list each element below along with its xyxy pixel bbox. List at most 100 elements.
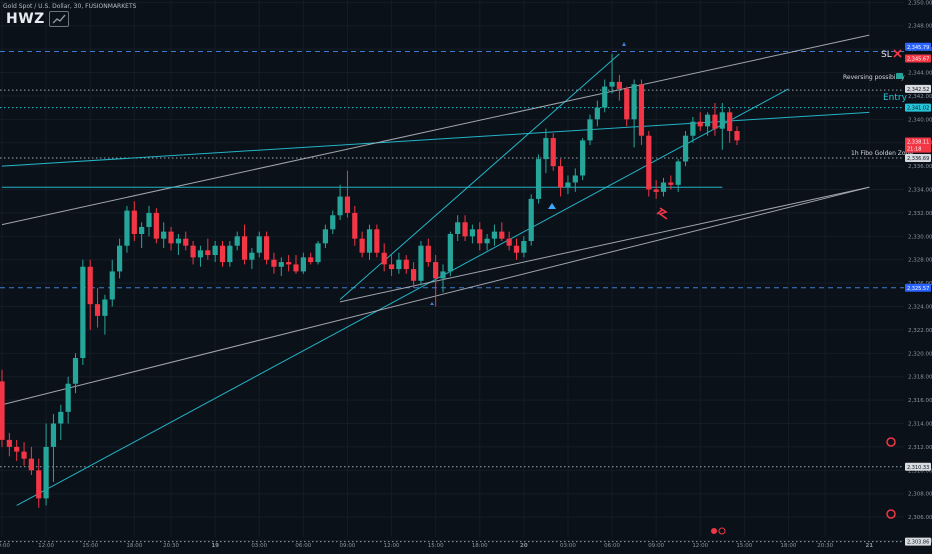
price-tick-5: 2,340.00 bbox=[908, 117, 932, 123]
candle-body-90 bbox=[660, 182, 667, 192]
price-label-2: 2,342.52 bbox=[907, 87, 929, 93]
candle-body-21 bbox=[153, 212, 159, 239]
candle-body-35 bbox=[256, 236, 262, 253]
price-tick-11: 2,328.00 bbox=[908, 258, 932, 264]
candle-body-41 bbox=[300, 257, 306, 272]
candle-body-69 bbox=[506, 238, 512, 246]
candle-body-33 bbox=[241, 236, 248, 260]
candle-body-3 bbox=[21, 451, 27, 459]
candle-body-22 bbox=[161, 231, 167, 239]
candle-body-96 bbox=[705, 114, 711, 127]
candle-body-15 bbox=[109, 271, 115, 300]
candle-body-81 bbox=[594, 107, 600, 120]
brand-logo: HWZ bbox=[6, 11, 69, 27]
candle-body-58 bbox=[425, 245, 431, 263]
time-tick-8: 09:00 bbox=[340, 543, 356, 549]
time-tick-9: 12:00 bbox=[384, 543, 400, 549]
candle-body-47 bbox=[344, 196, 351, 213]
price-tick-0: 2,350.00 bbox=[908, 0, 932, 6]
candle-body-74 bbox=[543, 138, 549, 160]
price-tick-4: 2,342.00 bbox=[908, 94, 932, 100]
candle-body-36 bbox=[264, 236, 270, 260]
time-tick-5: 19 bbox=[211, 543, 219, 549]
time-tick-1: 12:00 bbox=[38, 543, 54, 549]
candlestick-chart[interactable]: SL Reversing possibility Entry 1h Fibo G… bbox=[0, 0, 932, 550]
candle-body-17 bbox=[124, 210, 130, 246]
candle-body-60 bbox=[440, 271, 446, 279]
price-tick-18: 2,314.00 bbox=[908, 422, 932, 428]
candle-body-72 bbox=[528, 198, 534, 242]
candle-body-57 bbox=[418, 245, 424, 281]
candle-body-94 bbox=[690, 121, 696, 136]
candle-body-64 bbox=[469, 229, 475, 237]
time-tick-16: 12:00 bbox=[692, 543, 708, 549]
candle-body-10 bbox=[72, 358, 79, 384]
candle-body-25 bbox=[183, 238, 189, 246]
candle-body-89 bbox=[653, 189, 659, 192]
candle-body-20 bbox=[146, 212, 152, 227]
candle-body-99 bbox=[727, 112, 733, 132]
time-tick-20: 21 bbox=[865, 543, 873, 549]
candle-body-28 bbox=[205, 250, 211, 256]
candle-body-30 bbox=[219, 245, 226, 263]
price-tick-19: 2,312.00 bbox=[908, 445, 932, 451]
candle-body-85 bbox=[624, 88, 630, 120]
time-tick-10: 15:00 bbox=[428, 543, 444, 549]
price-label-3: 2,341.02 bbox=[907, 106, 929, 112]
candle-body-16 bbox=[117, 245, 123, 272]
time-tick-3: 18:00 bbox=[126, 543, 142, 549]
candle-body-43 bbox=[315, 243, 321, 263]
price-tick-21: 2,308.00 bbox=[908, 492, 932, 498]
chart-area[interactable]: SL Reversing possibility Entry 1h Fibo G… bbox=[0, 0, 932, 550]
price-tick-7: 2,336.00 bbox=[908, 164, 932, 170]
time-tick-13: 03:00 bbox=[560, 543, 576, 549]
candle-body-2 bbox=[14, 446, 20, 452]
time-tick-2: 15:00 bbox=[82, 543, 98, 549]
time-axis[interactable]: 09:00 12:00 15:00 18:00 20:30 19 03:00 06:00 09:… bbox=[0, 543, 873, 549]
candle-body-9 bbox=[65, 383, 71, 412]
price-label-8: 2,310.33 bbox=[907, 465, 929, 471]
fibo-zone-label: 1h Fibo Golden Zone bbox=[851, 150, 913, 157]
candle-body-13 bbox=[94, 304, 101, 316]
candle-body-86 bbox=[631, 84, 637, 120]
candle-body-12 bbox=[87, 266, 93, 305]
candle-body-87 bbox=[638, 84, 645, 136]
candle-body-62 bbox=[455, 222, 461, 234]
candle-body-24 bbox=[175, 238, 181, 244]
time-tick-19: 20:30 bbox=[817, 543, 833, 549]
candle-body-32 bbox=[234, 236, 240, 246]
time-tick-6: 03:00 bbox=[251, 543, 267, 549]
candle-body-40 bbox=[293, 264, 299, 272]
price-tick-16: 2,318.00 bbox=[908, 375, 932, 381]
time-tick-0: 09:00 bbox=[0, 543, 10, 549]
candle-body-27 bbox=[197, 250, 204, 258]
candle-body-71 bbox=[521, 241, 527, 253]
candle-body-55 bbox=[403, 259, 409, 270]
price-label-7: 2,325.57 bbox=[907, 286, 929, 292]
candle-body-50 bbox=[366, 229, 373, 253]
candle-body-26 bbox=[190, 245, 196, 258]
candle-body-75 bbox=[550, 138, 556, 167]
candle-body-44 bbox=[322, 229, 328, 244]
candle-body-51 bbox=[374, 229, 380, 253]
candle-body-88 bbox=[646, 135, 652, 190]
price-tick-22: 2,306.00 bbox=[908, 515, 932, 521]
time-tick-7: 06:00 bbox=[295, 543, 311, 549]
candle-body-63 bbox=[462, 222, 468, 237]
candle-body-18 bbox=[131, 210, 137, 234]
candle-body-82 bbox=[602, 86, 608, 108]
time-tick-14: 06:00 bbox=[604, 543, 620, 549]
price-tick-15: 2,320.00 bbox=[908, 351, 932, 357]
candle-body-84 bbox=[616, 81, 622, 89]
event-marker-icon[interactable] bbox=[711, 528, 717, 534]
candle-body-76 bbox=[558, 166, 564, 188]
price-label-9: 2,303.86 bbox=[907, 540, 929, 546]
candle-body-19 bbox=[139, 226, 145, 234]
candle-body-70 bbox=[513, 245, 520, 253]
time-tick-11: 18:00 bbox=[472, 543, 488, 549]
candle-body-95 bbox=[697, 121, 703, 127]
price-tick-10: 2,330.00 bbox=[908, 234, 932, 240]
time-tick-4: 20:30 bbox=[163, 543, 179, 549]
price-tick-3: 2,344.00 bbox=[908, 71, 932, 77]
time-tick-18: 18:00 bbox=[781, 543, 797, 549]
